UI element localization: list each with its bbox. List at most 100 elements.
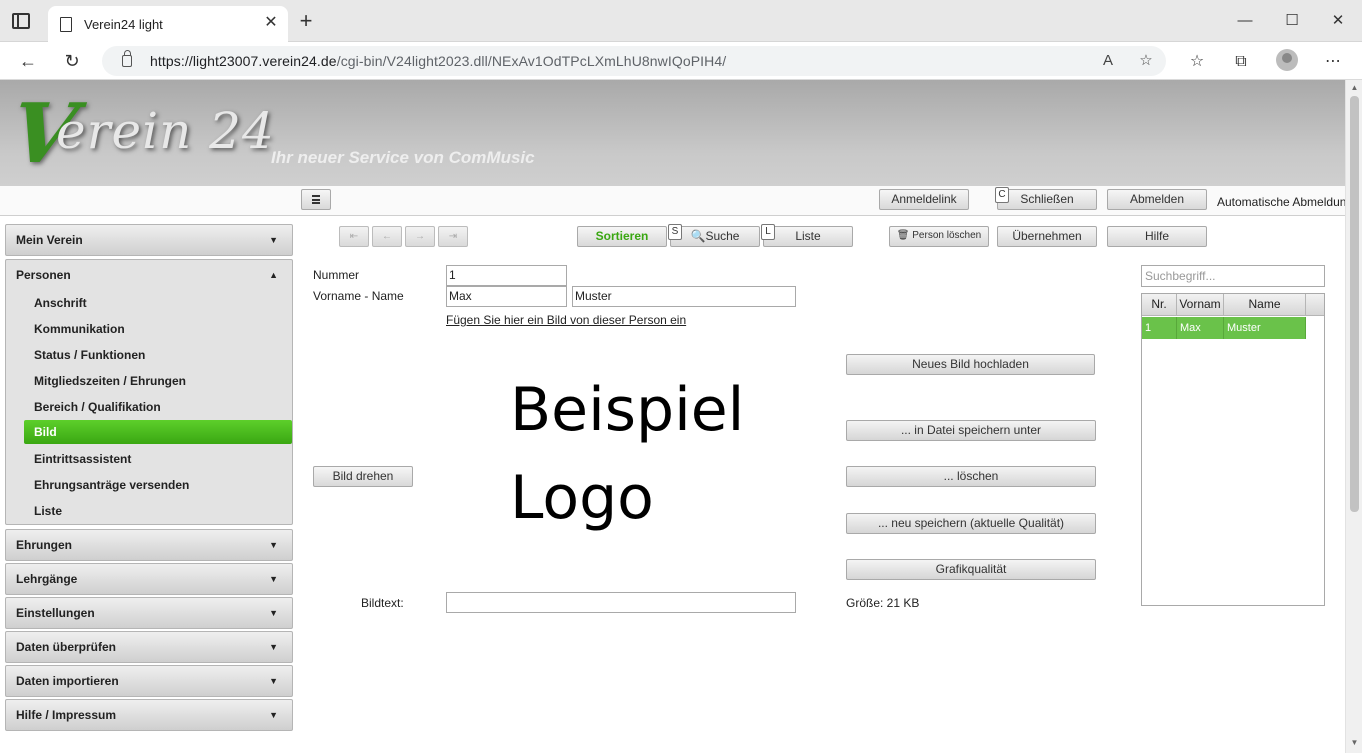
image-logo-line1: Beispiel: [510, 375, 745, 445]
scroll-thumb[interactable]: [1350, 96, 1359, 512]
menu-toggle-button[interactable]: [301, 189, 331, 210]
file-size-text: Größe: 21 KB: [846, 596, 920, 610]
new-tab-icon[interactable]: +: [296, 10, 316, 32]
suche-key-hint: S: [668, 224, 682, 240]
sidebar-section-einstellungen[interactable]: Einstellungen ▼: [5, 597, 293, 629]
search-input[interactable]: Suchbegriff...: [1141, 265, 1325, 287]
anmeldelink-button[interactable]: Anmeldelink: [879, 189, 969, 210]
next-record-button[interactable]: →: [405, 226, 435, 247]
chevron-down-icon: ▼: [269, 676, 278, 686]
sidebar-section-lehrgaenge[interactable]: Lehrgänge ▼: [5, 563, 293, 595]
read-aloud-icon[interactable]: A: [1098, 51, 1118, 71]
chevron-up-icon: ▲: [269, 270, 278, 280]
sidebar-item-bild[interactable]: Bild: [24, 420, 292, 444]
close-window-icon[interactable]: ✕: [1323, 8, 1353, 34]
sidebar-section-hilfe[interactable]: Hilfe / Impressum ▼: [5, 699, 293, 731]
page-scrollbar[interactable]: ▲ ▼: [1345, 80, 1362, 753]
maximize-icon[interactable]: ☐: [1277, 8, 1307, 34]
table-cell-name[interactable]: Muster: [1224, 317, 1306, 339]
person-loeschen-button[interactable]: 🗑 Person löschen: [889, 226, 989, 247]
column-header-nr[interactable]: Nr.: [1142, 294, 1177, 316]
table-cell-vorname[interactable]: Max: [1177, 317, 1224, 339]
resave-image-button[interactable]: ... neu speichern (aktuelle Qualität): [846, 513, 1096, 534]
more-icon[interactable]: ⋯: [1322, 51, 1344, 73]
chevron-down-icon: ▼: [269, 710, 278, 720]
url-field[interactable]: https://light23007.verein24.de/cgi-bin/V…: [102, 46, 1166, 76]
liste-key-hint: L: [761, 224, 775, 240]
name-label: Vorname - Name: [313, 289, 404, 303]
sidebar-section-mein-verein[interactable]: Mein Verein ▼: [5, 224, 293, 256]
browser-tab[interactable]: Verein24 light ✕: [48, 6, 288, 42]
sidebar-item-mitgliedszeiten[interactable]: Mitgliedszeiten / Ehrungen: [6, 368, 292, 394]
scroll-down-icon[interactable]: ▼: [1350, 738, 1359, 748]
add-favorite-icon[interactable]: ☆: [1136, 51, 1156, 71]
nummer-field[interactable]: 1: [446, 265, 567, 286]
minimize-icon[interactable]: —: [1230, 8, 1260, 34]
person-loeschen-label: Person löschen: [912, 230, 982, 241]
section-label: Daten importieren: [16, 674, 119, 688]
last-record-button[interactable]: ⇥: [438, 226, 468, 247]
scroll-up-icon[interactable]: ▲: [1350, 83, 1359, 93]
sidebar-section-daten-ueberpruefen[interactable]: Daten überprüfen ▼: [5, 631, 293, 663]
add-image-link[interactable]: Fügen Sie hier ein Bild von dieser Perso…: [446, 313, 686, 327]
column-header-name[interactable]: Name: [1224, 294, 1306, 316]
schliessen-button[interactable]: Schließen: [997, 189, 1097, 210]
column-header-vorname[interactable]: Vornam: [1177, 294, 1224, 316]
tab-title: Verein24 light: [84, 17, 163, 32]
section-label: Lehrgänge: [16, 572, 78, 586]
sidebar-section-ehrungen[interactable]: Ehrungen ▼: [5, 529, 293, 561]
bild-drehen-button[interactable]: Bild drehen: [313, 466, 413, 487]
section-label: Ehrungen: [16, 538, 72, 552]
section-label: Einstellungen: [16, 606, 95, 620]
sidebar-section-daten-importieren[interactable]: Daten importieren ▼: [5, 665, 293, 697]
profile-icon[interactable]: [1276, 49, 1298, 71]
chevron-down-icon: ▼: [269, 642, 278, 652]
chevron-down-icon: ▼: [269, 608, 278, 618]
sidebar-item-status[interactable]: Status / Funktionen: [6, 342, 292, 368]
abmelden-button[interactable]: Abmelden: [1107, 189, 1207, 210]
trash-icon: 🗑: [896, 230, 910, 241]
first-record-button[interactable]: ⇤: [339, 226, 369, 247]
browser-address-bar: ← ↻ https://light23007.verein24.de/cgi-b…: [0, 42, 1362, 80]
favorites-icon[interactable]: ☆: [1186, 51, 1208, 73]
sidebar-item-liste[interactable]: Liste: [6, 498, 292, 524]
search-icon: 🔍: [690, 229, 706, 243]
chevron-down-icon: ▼: [269, 574, 278, 584]
hilfe-button[interactable]: Hilfe: [1107, 226, 1207, 247]
section-label: Hilfe / Impressum: [16, 708, 117, 722]
page-icon: [60, 17, 72, 32]
tagline: Ihr neuer Service von ComMusic: [271, 148, 535, 167]
suche-button[interactable]: 🔍Suche: [670, 226, 760, 247]
sidebar-item-bereich[interactable]: Bereich / Qualifikation: [6, 394, 292, 420]
nachname-field[interactable]: Muster: [572, 286, 796, 307]
table-cell-nr[interactable]: 1: [1142, 317, 1177, 339]
sidebar-item-anschrift[interactable]: Anschrift: [6, 290, 292, 316]
quality-button[interactable]: Grafikqualität: [846, 559, 1096, 580]
sidebar-item-kommunikation[interactable]: Kommunikation: [6, 316, 292, 342]
tab-actions-icon[interactable]: [12, 13, 30, 29]
delete-image-button[interactable]: ... löschen: [846, 466, 1096, 487]
section-label: Daten überprüfen: [16, 640, 117, 654]
page-viewport: V erein 24 Ihr neuer Service von ComMusi…: [0, 80, 1345, 753]
lock-icon: [122, 50, 132, 67]
close-tab-icon[interactable]: ✕: [262, 14, 280, 32]
url-text: https://light23007.verein24.de/cgi-bin/V…: [150, 53, 727, 69]
chevron-down-icon: ▼: [269, 235, 278, 245]
vorname-field[interactable]: Max: [446, 286, 567, 307]
back-icon[interactable]: ←: [16, 50, 40, 72]
sidebar-item-eintrittsassistent[interactable]: Eintrittsassistent: [6, 446, 292, 472]
sidebar-section-personen[interactable]: Personen ▲ Anschrift Kommunikation Status…: [5, 259, 293, 525]
section-label: Personen: [16, 268, 71, 282]
refresh-icon[interactable]: ↻: [60, 50, 84, 72]
prev-record-button[interactable]: ←: [372, 226, 402, 247]
collections-icon[interactable]: ⧉: [1230, 51, 1252, 73]
sortieren-button[interactable]: Sortieren: [577, 226, 667, 247]
liste-button[interactable]: Liste: [763, 226, 853, 247]
suche-label: Suche: [705, 229, 740, 243]
sidebar-item-ehrungsantraege[interactable]: Ehrungsanträge versenden: [6, 472, 292, 498]
upload-image-button[interactable]: Neues Bild hochladen: [846, 354, 1095, 375]
uebernehmen-button[interactable]: Übernehmen: [997, 226, 1097, 247]
menu-icon: [312, 195, 320, 204]
save-file-button[interactable]: ... in Datei speichern unter: [846, 420, 1096, 441]
bildtext-field[interactable]: [446, 592, 796, 613]
